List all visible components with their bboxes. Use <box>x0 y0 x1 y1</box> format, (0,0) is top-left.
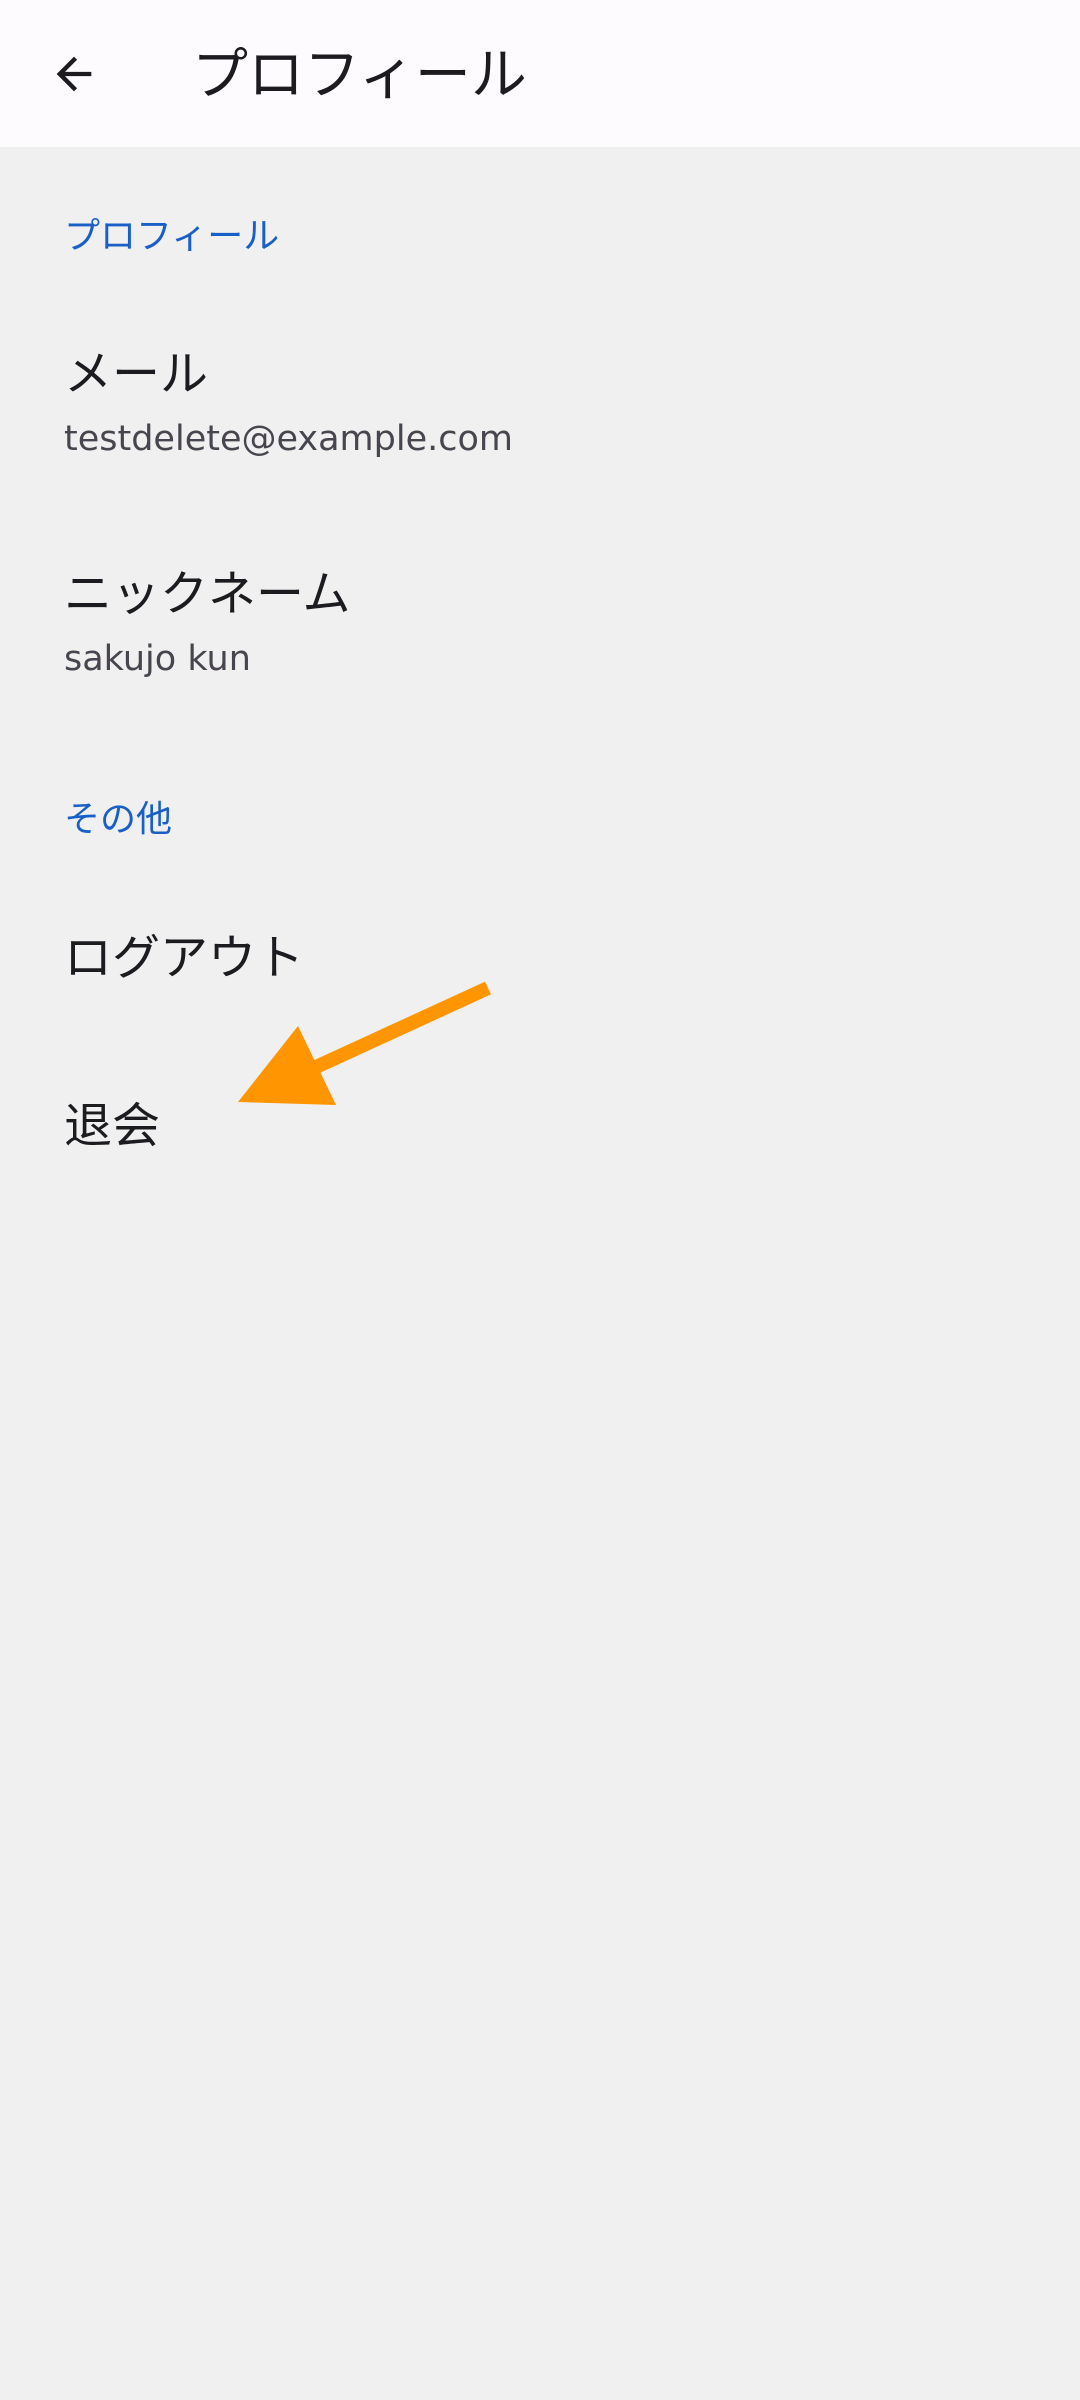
app-bar: プロフィール <box>0 0 1080 147</box>
nickname-title: ニックネーム <box>64 566 351 622</box>
section-header-other: その他 <box>64 799 173 840</box>
withdraw-preference[interactable]: 退会 <box>0 1060 1080 1200</box>
arrow-back-icon <box>56 56 92 92</box>
back-button[interactable] <box>24 24 124 124</box>
nickname-value: sakujo kun <box>64 639 251 679</box>
logout-title: ログアウト <box>64 930 305 986</box>
section-header-profile: プロフィール <box>64 216 280 257</box>
email-value: testdelete@example.com <box>64 419 514 459</box>
nickname-preference[interactable]: ニックネーム sakujo kun <box>0 540 1080 710</box>
logout-preference[interactable]: ログアウト <box>0 890 1080 1030</box>
email-title: メール <box>64 346 209 402</box>
withdraw-title: 退会 <box>64 1098 161 1154</box>
page-title: プロフィール <box>192 43 527 108</box>
email-preference[interactable]: メール testdelete@example.com <box>0 320 1080 490</box>
